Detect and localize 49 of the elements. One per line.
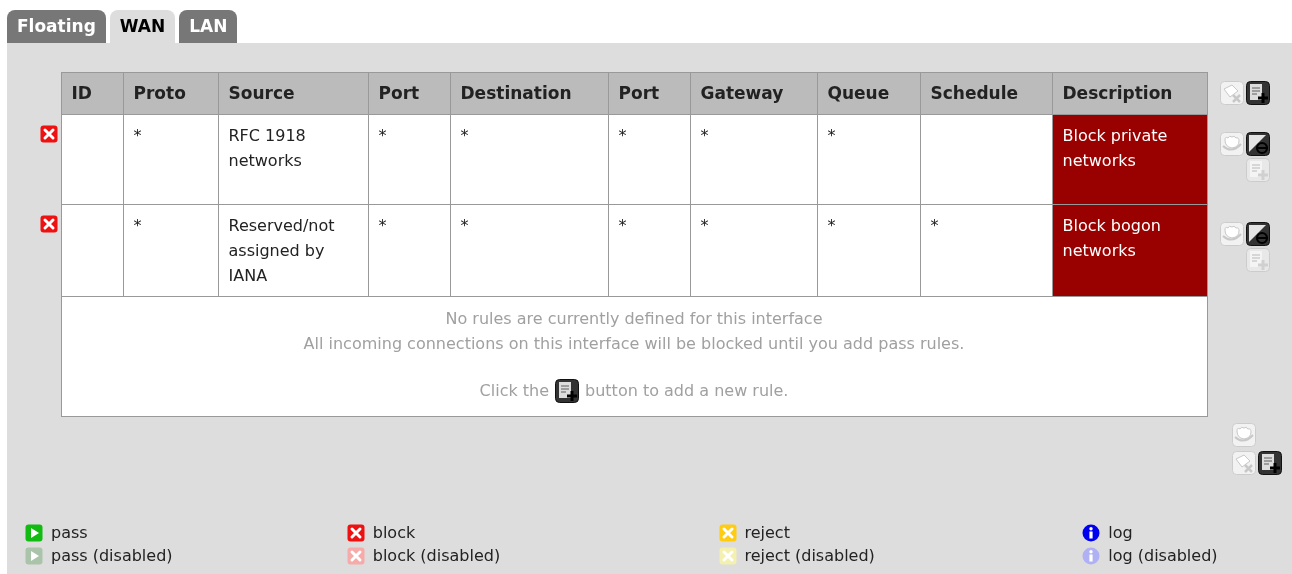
table-cell: * (608, 204, 690, 297)
table-cell: * (368, 114, 450, 205)
tab[interactable]: WAN (109, 10, 176, 43)
legend-label: pass (51, 521, 88, 544)
empty-message: All incoming connections on this interface will be blocked until you add pass rules. (302, 333, 966, 355)
table-cell: * (123, 204, 218, 297)
column-header: Description (1052, 72, 1207, 115)
legend-label: reject (744, 521, 790, 544)
column-header: Gateway (690, 72, 817, 115)
legend-label: block (372, 521, 416, 544)
cross-icon (40, 124, 58, 143)
table-cell: * (450, 204, 608, 297)
legend-label: log (1108, 521, 1133, 544)
legend-label: block (disabled) (372, 544, 501, 567)
table-cell: * (608, 114, 690, 205)
description-cell: Block bogon networks (1052, 204, 1207, 297)
table-cell: RFC 1918 networks (218, 114, 368, 205)
hint-text: Click the (479, 380, 550, 402)
table-cell: * (123, 114, 218, 205)
table-cell: * (690, 204, 817, 297)
table-cell: * (690, 114, 817, 205)
column-header: ID (61, 72, 123, 115)
edit-icon[interactable] (1245, 222, 1270, 246)
table-cell: * (920, 204, 1052, 297)
cross-icon (40, 214, 58, 233)
legend-label: log (disabled) (1108, 544, 1218, 567)
table-cell: Reserved/not assigned by IANA (218, 204, 368, 297)
tab[interactable]: Floating (7, 10, 106, 43)
table-cell: * (817, 204, 920, 297)
column-header: Schedule (920, 72, 1052, 115)
add-icon[interactable] (555, 378, 580, 403)
column-header: Port (608, 72, 690, 115)
column-header: Queue (817, 72, 920, 115)
column-header: Proto (123, 72, 218, 115)
edit-icon[interactable] (1245, 132, 1270, 156)
legend-label: pass (disabled) (51, 544, 173, 567)
table-cell: * (368, 204, 450, 297)
hint-text: button to add a new rule. (585, 380, 789, 402)
table-cell: * (817, 114, 920, 205)
add-icon[interactable] (1258, 451, 1282, 475)
tab[interactable]: LAN (179, 10, 238, 43)
column-header: Source (218, 72, 368, 115)
add-icon[interactable] (1245, 81, 1270, 105)
description-cell: Block private networks (1052, 114, 1207, 205)
legend-label: reject (disabled) (744, 544, 875, 567)
empty-message: No rules are currently defined for this interface (444, 308, 824, 330)
column-header: Port (368, 72, 450, 115)
table-cell: * (450, 114, 608, 205)
column-header: Destination (450, 72, 608, 115)
